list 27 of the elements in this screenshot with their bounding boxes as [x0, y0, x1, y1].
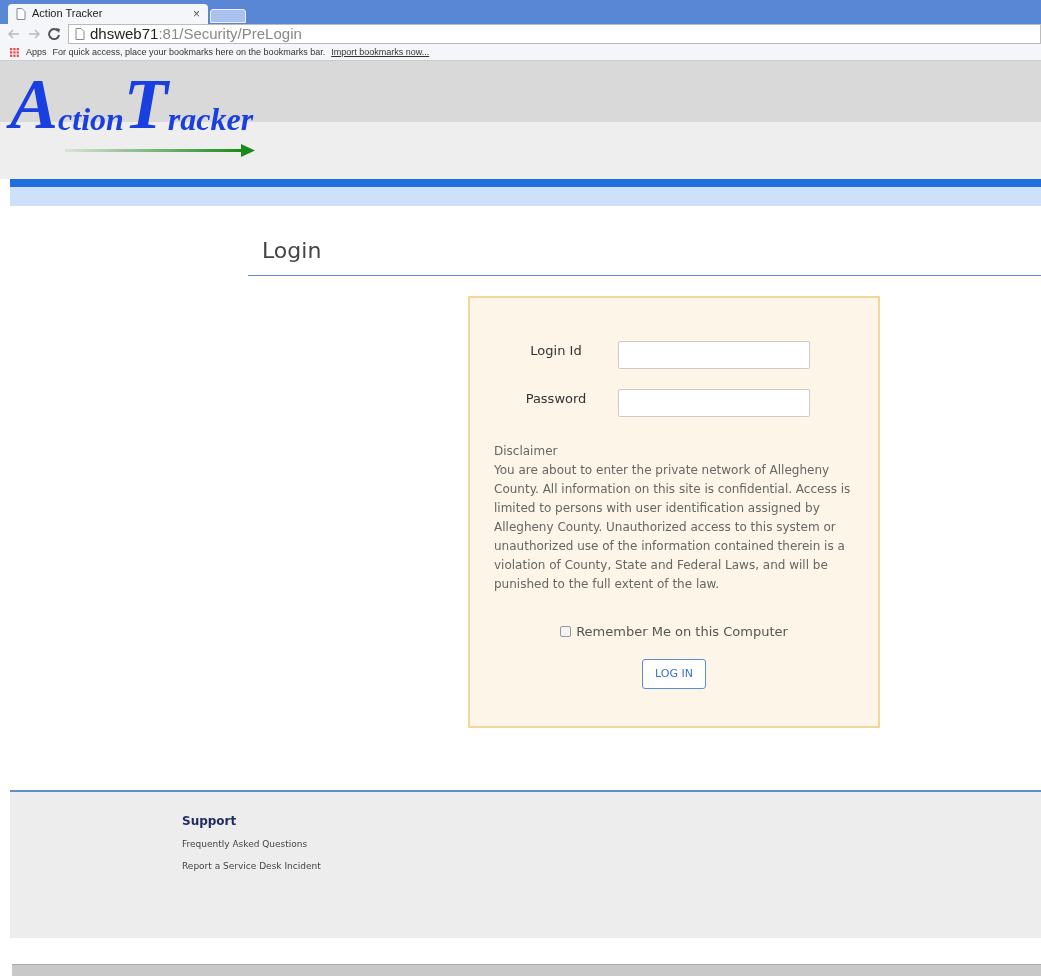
support-link[interactable]: Frequently Asked Questions [182, 838, 1041, 852]
new-tab-button[interactable] [210, 8, 246, 23]
support-link[interactable]: Report a Service Desk Incident [182, 859, 1041, 874]
forward-icon[interactable] [28, 29, 40, 40]
field-label: Login Id [529, 341, 583, 360]
support-heading: Support [182, 813, 238, 831]
apps-link[interactable]: Apps [26, 45, 47, 60]
page-icon [16, 7, 26, 20]
page-title: Login [262, 236, 323, 265]
field-label: Password [524, 389, 588, 408]
back-icon[interactable] [8, 29, 20, 40]
remember-checkbox[interactable] [560, 625, 572, 637]
login-button[interactable]: LOG IN [642, 659, 706, 690]
disclaimer-title: Disclaimer [494, 442, 559, 460]
apps-icon[interactable] [10, 47, 20, 58]
address-bar[interactable]: dhsweb71:81/Security/PreLogin [68, 24, 1041, 45]
import-bookmarks-link[interactable]: Import bookmarks now... [331, 45, 430, 60]
tab-close[interactable]: × [193, 4, 200, 23]
input-field[interactable] [618, 388, 810, 417]
bookmarks-hint: For quick access, place your bookmarks here on the bookmarks bar. [52, 45, 326, 59]
disclaimer-text: You are about to enter the private network of Allegheny County. All information on this site is confidential. Access is limited to persons with user identification assigned by Allegheny County. Unauthorized access to this system or unauthorized use of the information contained therein is a violation of County, State and Federal Laws, and will be punished to the full extent of the law. [494, 461, 852, 593]
reload-icon[interactable] [48, 28, 60, 41]
remember-label: Remember Me on this Computer [576, 622, 788, 641]
scrollbar[interactable] [12, 964, 1041, 976]
tab-title: Action Tracker [32, 6, 104, 22]
input-field[interactable] [618, 340, 810, 369]
browser-tab[interactable]: Action Tracker × [8, 3, 208, 24]
